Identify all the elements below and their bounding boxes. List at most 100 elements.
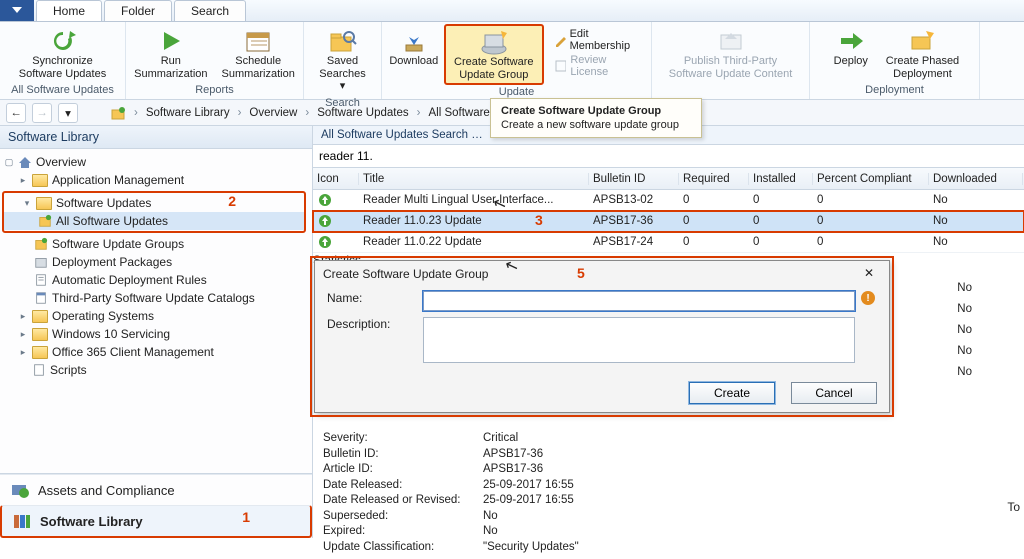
tree-deployment-packages[interactable]: Deployment Packages	[0, 253, 312, 271]
group-deployment: Deployment	[865, 83, 924, 98]
sync-label: Synchronize Software Updates	[19, 55, 106, 80]
tree-software-update-groups[interactable]: Software Update Groups	[0, 235, 312, 253]
group-search: Search	[325, 96, 360, 111]
crumb-overview[interactable]: Overview	[249, 107, 297, 119]
folder-icon	[32, 328, 48, 341]
workspace-software-library[interactable]: Software Library1	[0, 505, 312, 538]
col-bulletin[interactable]: Bulletin ID	[589, 173, 679, 185]
publish-icon	[716, 27, 746, 55]
arrow-right-icon	[836, 27, 866, 55]
tree-software-updates[interactable]: ▾Software Updates	[4, 194, 304, 212]
table-row[interactable]: 3 Reader 11.0.23 Update APSB17-36 0 0 0 …	[313, 211, 1024, 232]
publish-third-party-button[interactable]: Publish Third-Party Software Update Cont…	[664, 24, 798, 83]
catalog-icon	[34, 291, 48, 305]
package-icon	[34, 255, 48, 269]
nav-up-button[interactable]: ▾	[58, 103, 78, 123]
description-label: Description:	[327, 317, 417, 331]
col-installed[interactable]: Installed	[749, 173, 813, 185]
nav-forward-button[interactable]: →	[32, 103, 52, 123]
dialog-title: Create Software Update Group	[323, 267, 488, 281]
play-icon	[156, 27, 186, 55]
sync-icon	[48, 27, 78, 55]
review-license-button[interactable]: Review License	[554, 54, 639, 78]
group-icon	[34, 237, 48, 251]
tree-windows-10-servicing[interactable]: ▸Windows 10 Servicing	[0, 325, 312, 343]
assets-icon	[10, 481, 30, 499]
update-icon	[317, 192, 333, 208]
grid-header[interactable]: Icon Title Bulletin ID Required Installe…	[313, 168, 1024, 190]
name-input[interactable]	[423, 291, 855, 311]
create-software-update-group-button[interactable]: Create Software Update Group	[444, 24, 544, 85]
tree-adr[interactable]: Automatic Deployment Rules	[0, 271, 312, 289]
col-icon[interactable]: Icon	[313, 173, 359, 185]
tree-third-party-catalogs[interactable]: Third-Party Software Update Catalogs	[0, 289, 312, 307]
right-pane: All Software Updates Search … Icon Title…	[313, 126, 1024, 538]
system-menu[interactable]	[0, 0, 34, 21]
tooltip: Create Software Update Group Create a ne…	[490, 98, 702, 138]
table-row[interactable]: Reader Multi Lingual User Interface... A…	[313, 190, 1024, 211]
warning-icon: !	[861, 291, 875, 305]
nav-back-button[interactable]: ←	[6, 103, 26, 123]
col-downloaded[interactable]: Downloaded	[929, 173, 1023, 185]
tab-search[interactable]: Search	[174, 0, 246, 21]
folder-icon	[32, 310, 48, 323]
calendar-icon	[243, 27, 273, 55]
results-grid: Icon Title Bulletin ID Required Installe…	[313, 168, 1024, 253]
saved-searches-button[interactable]: Saved Searches ▾	[310, 24, 375, 96]
dialog-close-button[interactable]: ✕	[857, 265, 881, 283]
run-summarization-button[interactable]: Run Summarization	[129, 24, 212, 83]
nav-home-icon[interactable]	[110, 106, 126, 120]
name-label: Name:	[327, 291, 417, 305]
update-icon	[317, 213, 333, 229]
folder-search-icon	[328, 27, 358, 55]
tooltip-body: Create a new software update group	[501, 119, 691, 131]
table-row[interactable]: Reader 11.0.22 Update APSB17-24 0 0 0 No	[313, 232, 1024, 253]
tooltip-title: Create Software Update Group	[501, 105, 691, 117]
details-pane: Severity:Critical Bulletin ID:APSB17-36 …	[313, 427, 1024, 559]
workspace-assets[interactable]: Assets and Compliance	[0, 474, 312, 505]
search-bar	[313, 145, 1024, 168]
tab-strip: Home Folder Search	[0, 0, 1024, 22]
tab-folder[interactable]: Folder	[104, 0, 172, 21]
tree-scripts[interactable]: ▸Scripts	[0, 361, 312, 379]
callout-1: 1	[242, 509, 250, 525]
description-input[interactable]	[423, 317, 855, 363]
schedule-summarization-button[interactable]: Schedule Summarization	[217, 24, 300, 83]
create-button[interactable]: Create	[689, 382, 775, 404]
crumb-root[interactable]: Software Library	[146, 107, 230, 119]
deploy-button[interactable]: Deploy	[825, 24, 877, 71]
col-required[interactable]: Required	[679, 173, 749, 185]
tree-overview[interactable]: ▢Overview	[0, 153, 312, 171]
license-icon	[554, 59, 567, 73]
download-button[interactable]: Download	[388, 24, 440, 71]
workspace-switcher: Assets and Compliance Software Library1	[0, 473, 312, 538]
callout-2: 2	[228, 193, 236, 209]
ribbon: Synchronize Software Updates All Softwar…	[0, 22, 1024, 100]
updates-icon	[38, 214, 52, 228]
create-group-icon	[479, 28, 509, 56]
col-title[interactable]: Title	[359, 173, 589, 185]
sync-updates-button[interactable]: Synchronize Software Updates	[14, 24, 111, 83]
folder-icon	[32, 174, 48, 187]
edit-membership-button[interactable]: Edit Membership	[554, 28, 639, 52]
search-input[interactable]	[313, 145, 1024, 167]
script-icon	[32, 363, 46, 377]
left-pane-title: Software Library	[0, 126, 312, 149]
tree-app-mgmt[interactable]: ▸Application Management	[0, 171, 312, 189]
tab-home[interactable]: Home	[36, 0, 102, 21]
rules-icon	[34, 273, 48, 287]
tree-all-software-updates[interactable]: All Software Updates	[4, 212, 304, 230]
cancel-button[interactable]: Cancel	[791, 382, 877, 404]
tree-operating-systems[interactable]: ▸Operating Systems	[0, 307, 312, 325]
update-icon	[317, 234, 333, 250]
home-icon	[18, 155, 32, 169]
create-phased-deployment-button[interactable]: Create Phased Deployment	[881, 24, 964, 83]
group-all-updates: All Software Updates	[11, 83, 114, 98]
tree-office-365[interactable]: ▸Office 365 Client Management	[0, 343, 312, 361]
col-percent-compliant[interactable]: Percent Compliant	[813, 173, 929, 185]
phased-icon	[907, 27, 937, 55]
left-pane: Software Library ▢Overview ▸Application …	[0, 126, 313, 538]
create-group-dialog: 5 Create Software Update Group ✕ Name: !…	[314, 260, 890, 413]
folder-icon	[36, 197, 52, 210]
callout-3: 3	[535, 212, 543, 228]
